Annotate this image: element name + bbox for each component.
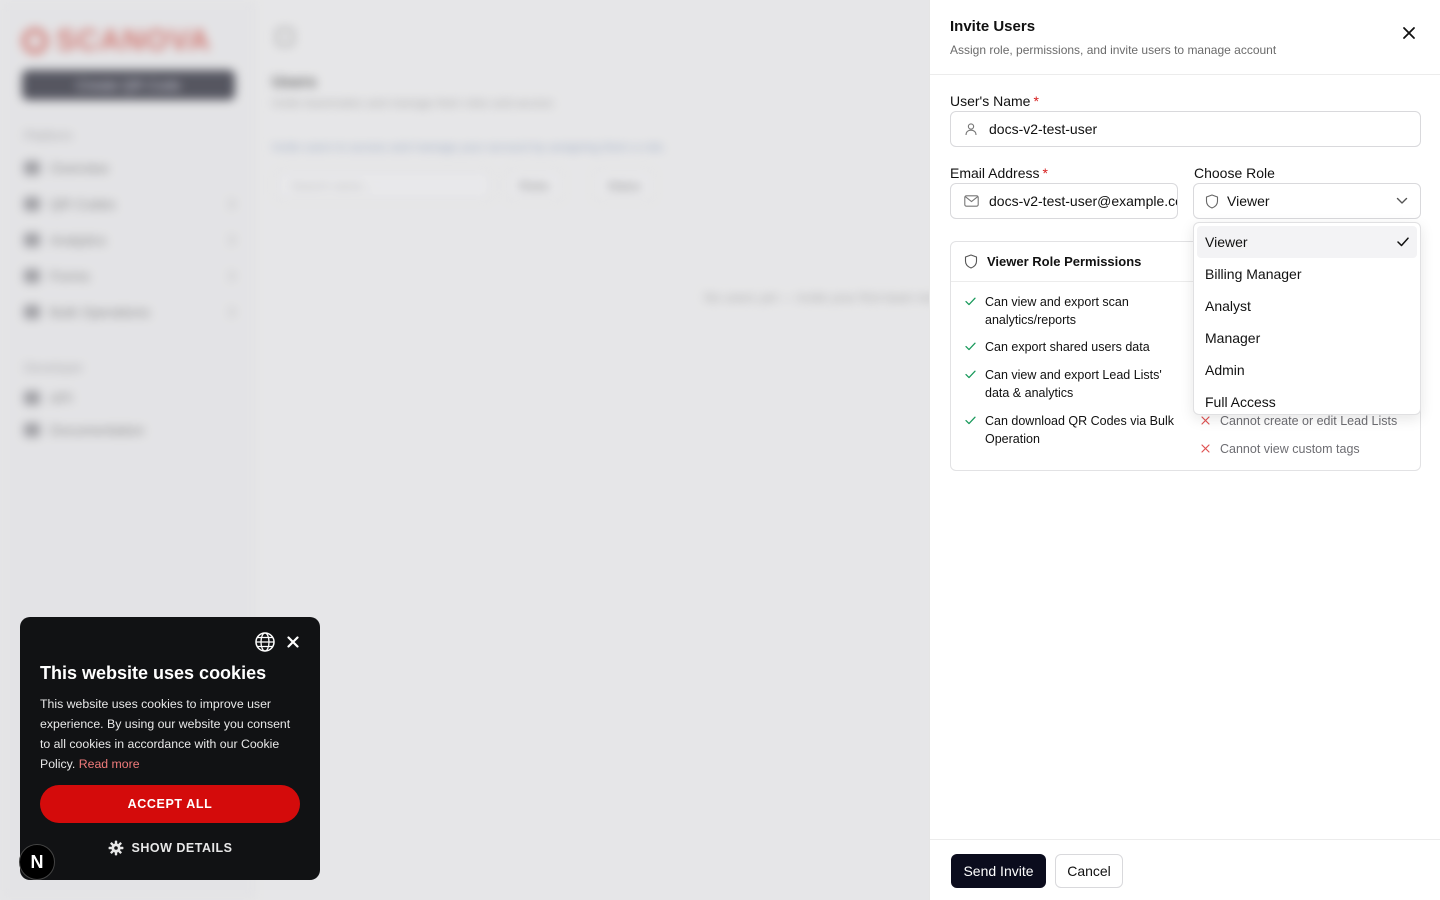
check-icon	[964, 339, 976, 357]
role-select-value: Viewer	[1227, 193, 1270, 209]
permission-allowed: Can view and export Lead Lists' data & a…	[964, 367, 1184, 402]
email-input[interactable]	[989, 193, 1177, 209]
name-field[interactable]	[950, 111, 1421, 147]
shield-icon	[964, 254, 978, 269]
role-label: Choose Role	[1194, 165, 1275, 181]
cancel-button[interactable]: Cancel	[1055, 854, 1123, 888]
read-more-link[interactable]: Read more	[79, 757, 140, 771]
role-option-analyst[interactable]: Analyst	[1197, 290, 1417, 322]
check-icon	[964, 413, 976, 448]
cookie-text: This website uses cookies to improve use…	[40, 697, 291, 771]
mail-icon	[963, 193, 979, 209]
user-icon	[963, 121, 979, 137]
invite-users-drawer: Invite Users Assign role, permissions, a…	[929, 0, 1440, 900]
cross-icon	[1199, 441, 1211, 459]
email-label: Email Address *	[950, 165, 1048, 181]
permissions-title: Viewer Role Permissions	[987, 254, 1142, 269]
cookie-close-button[interactable]	[284, 633, 302, 651]
show-details-button[interactable]: SHOW DETAILS	[40, 837, 300, 859]
chevron-down-icon	[1390, 197, 1414, 205]
email-field[interactable]	[950, 183, 1178, 219]
role-option-viewer[interactable]: Viewer	[1197, 226, 1417, 258]
role-option-billing-manager[interactable]: Billing Manager	[1197, 258, 1417, 290]
drawer-header: Invite Users Assign role, permissions, a…	[930, 0, 1440, 75]
cookie-title: This website uses cookies	[40, 663, 267, 683]
check-icon	[964, 367, 976, 402]
check-icon	[1397, 237, 1409, 247]
drawer-title: Invite Users	[950, 18, 1036, 35]
drawer-subtitle: Assign role, permissions, and invite use…	[950, 43, 1277, 57]
accept-all-button[interactable]: ACCEPT ALL	[40, 785, 300, 823]
role-dropdown-menu: Viewer Billing Manager Analyst Manager A…	[1193, 222, 1421, 415]
globe-icon	[255, 632, 275, 652]
name-label: User's Name *	[950, 93, 1039, 109]
permission-allowed: Can view and export scan analytics/repor…	[964, 294, 1184, 329]
language-button[interactable]	[254, 631, 276, 653]
close-icon	[1403, 27, 1415, 39]
n-badge-button[interactable]: N	[19, 844, 55, 880]
close-icon	[287, 636, 299, 648]
role-option-full-access[interactable]: Full Access	[1197, 386, 1417, 418]
role-option-admin[interactable]: Admin	[1197, 354, 1417, 386]
role-select[interactable]: Viewer	[1193, 183, 1421, 219]
send-invite-button[interactable]: Send Invite	[951, 854, 1046, 888]
close-button[interactable]	[1398, 22, 1420, 44]
permission-allowed: Can export shared users data	[964, 339, 1184, 357]
permission-allowed: Can download QR Codes via Bulk Operation	[964, 413, 1184, 448]
role-option-manager[interactable]: Manager	[1197, 322, 1417, 354]
shield-icon	[1205, 193, 1219, 209]
name-input[interactable]	[989, 121, 1420, 137]
cookie-banner: This website uses cookies This website u…	[20, 617, 320, 880]
check-icon	[964, 294, 976, 329]
gear-icon	[108, 840, 123, 856]
drawer-footer: Send Invite Cancel	[930, 839, 1440, 900]
permission-denied: Cannot view custom tags	[1199, 441, 1414, 459]
